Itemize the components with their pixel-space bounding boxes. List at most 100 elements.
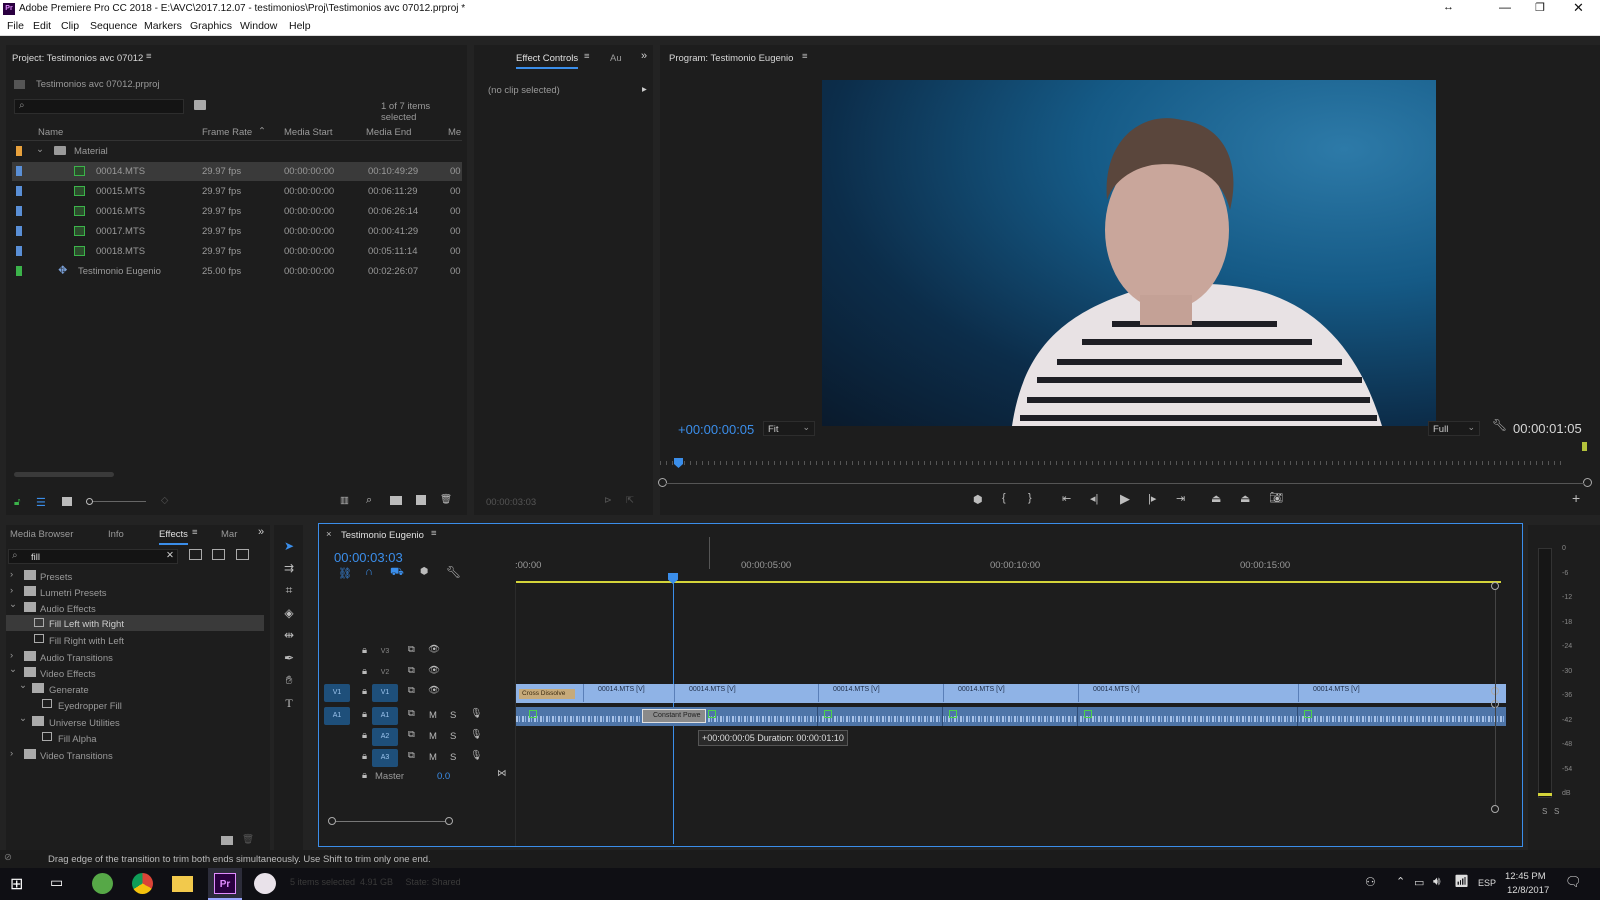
track-select-tool-icon[interactable]: ⇉ bbox=[280, 561, 298, 579]
project-item-row[interactable]: 00015.MTS 29.97 fps 00:00:00:00 00:06:11… bbox=[12, 182, 462, 201]
eye-icon[interactable]: 👁︎ bbox=[428, 665, 440, 676]
microphone-icon[interactable]: 🎙︎ bbox=[470, 708, 482, 719]
sync-lock-icon[interactable]: ⧉ bbox=[408, 665, 415, 676]
play-icon[interactable]: ▶ bbox=[1120, 491, 1130, 507]
playhead-timecode[interactable]: +00:00:00:05 bbox=[678, 422, 754, 437]
fit-dropdown[interactable]: Fit ⌄ bbox=[763, 421, 815, 436]
column-media-start[interactable]: Media Start bbox=[284, 127, 333, 138]
tree-folder-video-transitions[interactable]: › Video Transitions bbox=[6, 746, 264, 765]
column-name[interactable]: Name bbox=[38, 127, 63, 138]
column-media-end[interactable]: Media End bbox=[366, 127, 411, 138]
find-icon[interactable]: ⌕ bbox=[366, 494, 372, 507]
delete-icon[interactable]: 🗑︎ bbox=[242, 834, 254, 845]
panel-menu-icon[interactable]: ≡ bbox=[146, 51, 152, 62]
mute-button[interactable]: M bbox=[429, 752, 437, 763]
pen-tool-icon[interactable]: ✒︎ bbox=[280, 651, 298, 669]
project-item-row[interactable]: 00016.MTS 29.97 fps 00:00:00:00 00:06:26… bbox=[12, 202, 462, 221]
sequence-tab[interactable]: Testimonio Eugenio bbox=[341, 530, 424, 541]
mark-in-icon[interactable]: { bbox=[1002, 492, 1006, 504]
volume-icon[interactable]: 🔊︎ bbox=[1433, 874, 1441, 889]
solo-button[interactable]: S bbox=[450, 710, 456, 721]
tab-info[interactable]: Info bbox=[108, 529, 124, 540]
extract-icon[interactable]: ⏏︎ bbox=[1240, 492, 1250, 505]
lock-icon[interactable]: 🔒︎ bbox=[362, 709, 367, 720]
solo-button[interactable]: S bbox=[450, 731, 456, 742]
step-back-icon[interactable]: ◂| bbox=[1090, 492, 1098, 505]
panel-menu-icon[interactable]: ≡ bbox=[192, 527, 198, 538]
new-bin-from-search-icon[interactable] bbox=[194, 100, 206, 110]
go-to-in-icon[interactable]: ⇤ bbox=[1062, 492, 1071, 505]
track-target-v3[interactable]: V3 bbox=[372, 643, 398, 661]
tab-effects[interactable]: Effects bbox=[159, 529, 188, 545]
hand-tool-icon[interactable]: ✋︎ bbox=[280, 673, 298, 691]
add-marker-icon[interactable]: ⬢ bbox=[420, 566, 428, 577]
panel-overflow-icon[interactable]: » bbox=[641, 50, 647, 62]
sort-icon[interactable]: ◇ bbox=[161, 495, 168, 506]
program-video-frame[interactable] bbox=[822, 80, 1436, 426]
h-zoom-handle[interactable] bbox=[445, 817, 453, 825]
menu-help[interactable]: Help bbox=[289, 20, 311, 32]
tab-audio[interactable]: Au bbox=[610, 53, 622, 64]
battery-icon[interactable]: ▭ bbox=[1414, 876, 1424, 889]
timeline-timecode[interactable]: 00:00:03:03 bbox=[334, 550, 403, 565]
yuv-effects-icon[interactable] bbox=[236, 549, 249, 560]
zoom-end-handle[interactable] bbox=[1583, 478, 1592, 487]
expand-arrow-icon[interactable]: ▸ bbox=[642, 84, 647, 95]
ripple-edit-tool-icon[interactable]: ⌗ bbox=[280, 583, 298, 601]
eye-icon[interactable]: 👁︎ bbox=[428, 685, 440, 696]
add-marker-icon[interactable]: ⬢ bbox=[973, 493, 983, 506]
video-clip[interactable]: 00014.MTS [V] bbox=[1078, 684, 1297, 702]
menu-sequence[interactable]: Sequence bbox=[90, 20, 137, 32]
slip-tool-icon[interactable]: ⇹ bbox=[280, 628, 298, 646]
program-mini-timeline[interactable] bbox=[660, 453, 1565, 473]
v-zoom-handle[interactable] bbox=[1491, 582, 1499, 590]
video-clip[interactable]: 00014.MTS [V] bbox=[818, 684, 942, 702]
new-custom-bin-icon[interactable] bbox=[221, 836, 233, 845]
snap-icon[interactable]: ∩ bbox=[365, 566, 373, 578]
zoom-slider[interactable] bbox=[86, 498, 146, 505]
horizontal-scrollbar[interactable] bbox=[14, 472, 114, 477]
nest-toggle-icon[interactable]: ⛓︎ bbox=[338, 567, 352, 580]
timeline-settings-icon[interactable]: 🔧︎ bbox=[446, 565, 461, 579]
mark-out-icon[interactable]: } bbox=[1028, 492, 1032, 504]
menu-graphics[interactable]: Graphics bbox=[190, 20, 232, 32]
lock-icon[interactable]: 🔒︎ bbox=[362, 645, 367, 656]
panel-menu-icon[interactable]: ≡ bbox=[431, 528, 437, 539]
wifi-icon[interactable]: 📶︎ bbox=[1454, 874, 1469, 888]
microphone-icon[interactable]: 🎙︎ bbox=[470, 750, 482, 761]
filter-icon[interactable]: ⊳ bbox=[604, 495, 612, 506]
panel-menu-icon[interactable]: ≡ bbox=[802, 51, 808, 62]
source-patch-v1[interactable]: V1 bbox=[324, 684, 350, 702]
step-forward-icon[interactable]: |▸ bbox=[1148, 492, 1156, 505]
utorrent-icon[interactable] bbox=[92, 873, 113, 894]
type-tool-icon[interactable]: T bbox=[280, 696, 298, 714]
track-target-v2[interactable]: V2 bbox=[372, 664, 398, 682]
h-zoom-bar[interactable] bbox=[336, 821, 445, 822]
solo-left-button[interactable]: S bbox=[1542, 807, 1547, 816]
effects-search-input[interactable]: ⌕ fill ✕ bbox=[8, 549, 178, 564]
new-item-icon[interactable] bbox=[416, 495, 426, 505]
master-volume[interactable]: 0.0 bbox=[437, 771, 450, 782]
menu-window[interactable]: Window bbox=[240, 20, 277, 32]
lock-icon[interactable]: 🔓︎ bbox=[14, 497, 20, 508]
menu-clip[interactable]: Clip bbox=[61, 20, 79, 32]
time-ruler[interactable]: :00:00 00:00:05:00 00:00:10:00 00:00:15:… bbox=[515, 560, 1505, 578]
menu-edit[interactable]: Edit bbox=[33, 20, 51, 32]
restore-icon[interactable]: ❐ bbox=[1535, 1, 1545, 14]
v-scroll-track[interactable] bbox=[1495, 590, 1496, 805]
new-bin-icon[interactable] bbox=[390, 496, 402, 505]
close-icon[interactable]: ✕ bbox=[1573, 0, 1584, 16]
clock-date[interactable]: 12/8/2017 bbox=[1507, 885, 1549, 896]
lock-icon[interactable]: 🔒︎ bbox=[362, 770, 367, 781]
camera-icon[interactable]: 📷︎ bbox=[1269, 491, 1283, 504]
eye-icon[interactable]: 👁︎ bbox=[428, 644, 440, 655]
chrome-icon[interactable] bbox=[132, 873, 153, 894]
v-zoom-handle[interactable] bbox=[1491, 805, 1499, 813]
razor-tool-icon[interactable]: ◈ bbox=[280, 606, 298, 624]
notifications-icon[interactable]: 🗨︎ bbox=[1565, 874, 1582, 890]
linked-selection-icon[interactable]: ⛟ bbox=[390, 566, 404, 580]
column-frame-rate[interactable]: Frame Rate bbox=[202, 127, 252, 138]
lock-icon[interactable]: 🔒︎ bbox=[362, 666, 367, 677]
task-view-icon[interactable]: ▭ bbox=[50, 874, 63, 891]
panel-menu-icon[interactable]: ≡ bbox=[584, 51, 590, 62]
